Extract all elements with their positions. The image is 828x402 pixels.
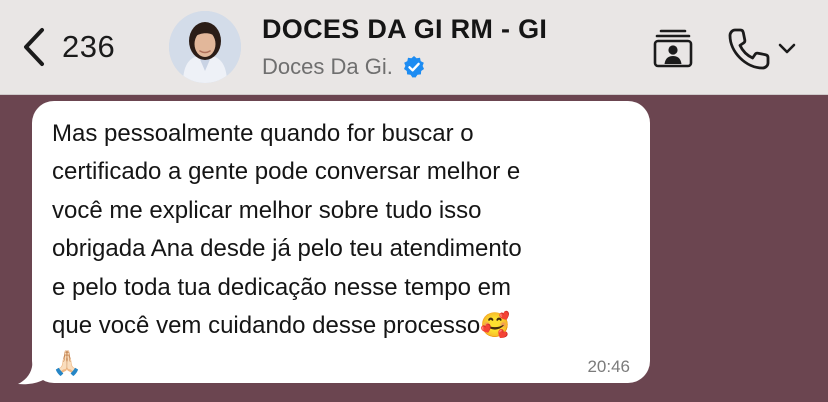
chevron-down-icon bbox=[778, 43, 796, 54]
avatar[interactable] bbox=[169, 11, 241, 83]
business-info[interactable]: Doces Da Gi. bbox=[262, 53, 426, 81]
message-bubble[interactable]: Mas pessoalmente quando for buscar o cer… bbox=[32, 101, 650, 383]
chat-header: 236 DOCES DA GI RM - GI Doces Da Gi. bbox=[0, 0, 828, 95]
message-text: Mas pessoalmente quando for buscar o cer… bbox=[52, 120, 522, 378]
back-button[interactable]: 236 bbox=[22, 24, 115, 70]
call-button[interactable] bbox=[726, 26, 796, 72]
message-time: 20:46 bbox=[587, 357, 630, 376]
contact-card-icon bbox=[653, 29, 693, 68]
business-name: Doces Da Gi. bbox=[262, 54, 393, 79]
verified-badge-icon bbox=[403, 56, 424, 78]
contact-name[interactable]: DOCES DA GI RM - GI bbox=[262, 14, 547, 45]
chevron-left-icon bbox=[24, 28, 44, 66]
contact-card-button[interactable] bbox=[652, 28, 694, 73]
phone-icon bbox=[728, 28, 770, 70]
unread-count: 236 bbox=[62, 29, 116, 64]
